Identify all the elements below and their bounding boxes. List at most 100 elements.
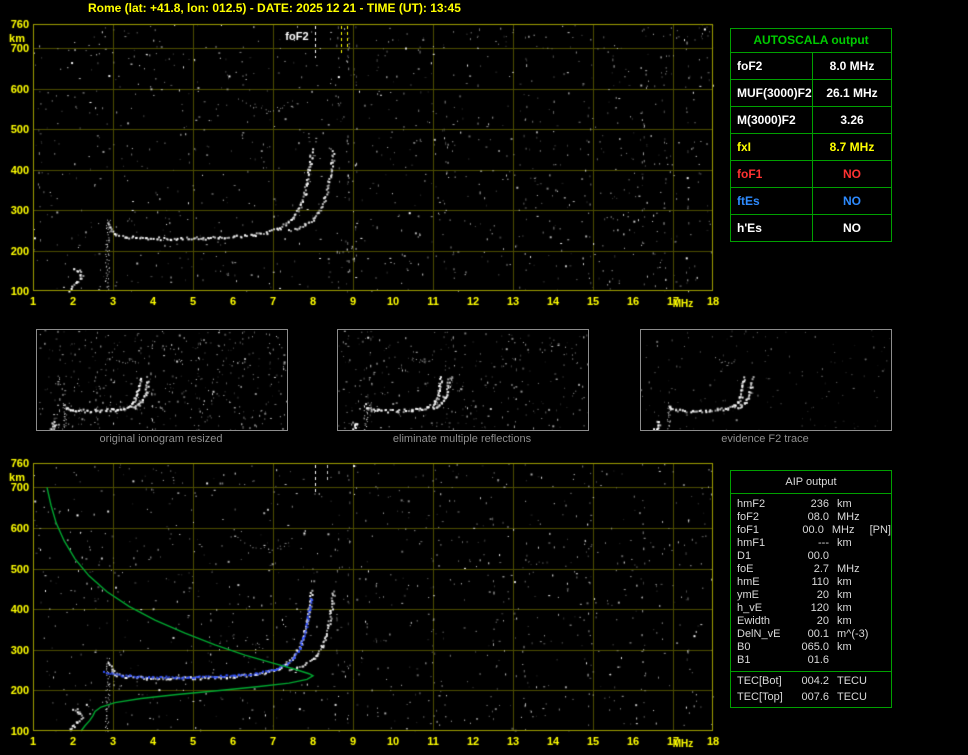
param-value: 120 (793, 602, 829, 615)
param-label: fxI (731, 134, 813, 160)
param-value: 20 (793, 589, 829, 602)
table-row-tec-bottom: TEC[Bot] 004.2 TECU (731, 671, 891, 691)
table-row: M(3000)F2 3.26 (731, 107, 891, 134)
param-value: 004.2 (793, 675, 829, 691)
param-value: 00.1 (793, 628, 829, 641)
param-note (877, 550, 891, 563)
table-row: h'Es NO (731, 215, 891, 241)
station-title: Rome (lat: +41.8, lon: 012.5) - DATE: 20… (88, 1, 461, 15)
thumbnail-cleaned-ionogram (337, 329, 589, 431)
param-unit: km (829, 615, 877, 628)
param-label: TEC[Bot] (731, 675, 793, 691)
param-note (877, 654, 891, 667)
param-label: TEC[Top] (731, 691, 793, 704)
table-row: Ewidth 20 km (731, 615, 891, 628)
param-unit: TECU (829, 691, 877, 704)
param-note (877, 641, 891, 654)
param-value: 00.0 (790, 524, 824, 537)
param-note (877, 511, 891, 524)
param-label: B0 (731, 641, 793, 654)
param-value: 8.7 MHz (813, 134, 891, 160)
table-row: B1 01.6 (731, 654, 891, 667)
table-row: ymE 20 km (731, 589, 891, 602)
param-value: 007.6 (793, 691, 829, 704)
param-note (877, 498, 891, 511)
param-label: foF1 (731, 161, 813, 187)
param-unit: m^(-3) (829, 628, 877, 641)
thumbnail-caption: evidence F2 trace (640, 433, 890, 445)
param-label: foF2 (731, 511, 793, 524)
param-label: ymE (731, 589, 793, 602)
param-value: NO (813, 215, 891, 241)
param-value: 8.0 MHz (813, 53, 891, 79)
thumbnail-caption: original ionogram resized (36, 433, 286, 445)
param-note (877, 589, 891, 602)
param-value: --- (793, 537, 829, 550)
table-row: hmF1 --- km (731, 537, 891, 550)
param-value: NO (813, 188, 891, 214)
param-label: MUF(3000)F2 (731, 80, 813, 106)
table-row: MUF(3000)F2 26.1 MHz (731, 80, 891, 107)
table-row: DelN_vE 00.1 m^(-3) (731, 628, 891, 641)
thumbnail-caption: eliminate multiple reflections (337, 433, 587, 445)
param-unit: MHz (824, 524, 870, 537)
param-note (877, 576, 891, 589)
param-value: 00.0 (793, 550, 829, 563)
param-value: 3.26 (813, 107, 891, 133)
param-value: 01.6 (793, 654, 829, 667)
param-value: 08.0 (793, 511, 829, 524)
param-note (877, 691, 891, 704)
param-note: [PN] (870, 524, 891, 537)
param-label: foE (731, 563, 793, 576)
param-value: 110 (793, 576, 829, 589)
aip-table-title: AIP output (731, 471, 891, 494)
param-unit: km (829, 641, 877, 654)
param-unit: km (829, 576, 877, 589)
param-value: 26.1 MHz (813, 80, 891, 106)
table-row: foF1 NO (731, 161, 891, 188)
param-unit: km (829, 589, 877, 602)
param-unit: MHz (829, 563, 877, 576)
table-row: foF2 08.0 MHz (731, 511, 891, 524)
table-row: hmF2 236 km (731, 498, 891, 511)
param-unit: TECU (829, 675, 877, 691)
param-note (877, 602, 891, 615)
table-row: foF2 8.0 MHz (731, 53, 891, 80)
top-ionogram-canvas (0, 16, 725, 316)
param-note (877, 615, 891, 628)
param-label: D1 (731, 550, 793, 563)
param-label: B1 (731, 654, 793, 667)
table-row: h_vE 120 km (731, 602, 891, 615)
table-row: hmE 110 km (731, 576, 891, 589)
param-label: hmE (731, 576, 793, 589)
param-label: ftEs (731, 188, 813, 214)
param-label: M(3000)F2 (731, 107, 813, 133)
param-unit: km (829, 498, 877, 511)
param-unit: km (829, 602, 877, 615)
table-row: foE 2.7 MHz (731, 563, 891, 576)
param-unit: MHz (829, 511, 877, 524)
param-label: Ewidth (731, 615, 793, 628)
param-label: foF2 (731, 53, 813, 79)
param-value: 236 (793, 498, 829, 511)
bottom-ionogram-profile-canvas (0, 455, 725, 755)
param-value: 20 (793, 615, 829, 628)
param-unit (829, 550, 877, 563)
param-note (877, 628, 891, 641)
param-value: 2.7 (793, 563, 829, 576)
param-value: 065.0 (793, 641, 829, 654)
param-label: h'Es (731, 215, 813, 241)
table-row: fxI 8.7 MHz (731, 134, 891, 161)
table-row-tec-top: TEC[Top] 007.6 TECU (731, 691, 891, 704)
param-unit (829, 654, 877, 667)
param-note (877, 675, 891, 691)
table-row: ftEs NO (731, 188, 891, 215)
table-row: D1 00.0 (731, 550, 891, 563)
param-label: hmF1 (731, 537, 793, 550)
autoscala-table-title: AUTOSCALA output (731, 29, 891, 53)
table-row: B0 065.0 km (731, 641, 891, 654)
param-unit: km (829, 537, 877, 550)
table-row: foF1 00.0 MHz [PN] (731, 524, 891, 537)
thumbnail-original-ionogram (36, 329, 288, 431)
param-label: foF1 (731, 524, 790, 537)
